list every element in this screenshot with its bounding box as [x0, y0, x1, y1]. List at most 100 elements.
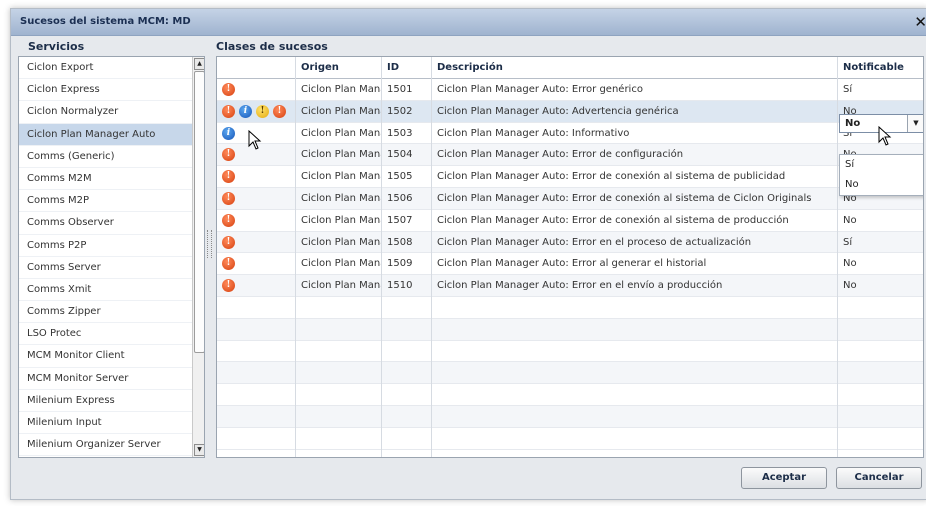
column-header-origin[interactable]: Origen — [295, 57, 381, 79]
service-item[interactable]: Comms M2M — [19, 168, 204, 191]
service-item[interactable]: Milenium Express — [19, 390, 204, 412]
scroll-down-icon[interactable]: ▼ — [194, 444, 204, 456]
column-header-notify[interactable]: Notificable — [837, 57, 923, 79]
cell-id: 1510 — [387, 280, 413, 292]
severity-cell[interactable]: ! — [217, 188, 295, 209]
service-item[interactable]: MCM Monitor Client — [19, 345, 204, 368]
splitter-handle[interactable] — [207, 230, 212, 258]
table-row[interactable]: ! Ciclon Plan Manac 1509 Ciclon Plan Manage… — [217, 253, 923, 276]
service-item[interactable]: Comms Zipper — [19, 301, 204, 324]
table-row[interactable] — [217, 362, 923, 385]
cell-notify[interactable]: No — [837, 275, 923, 296]
cell-origin: Ciclon Plan Manac — [301, 105, 381, 117]
title-bar[interactable]: Sucesos del sistema MCM: MD ✕ — [11, 9, 926, 36]
events-table: Origen ID Descripción Notificable ! Ciclo… — [216, 56, 924, 458]
notify-dropdown-list[interactable]: Sí No — [839, 154, 923, 196]
services-scrollbar[interactable]: ▲ ▼ — [192, 57, 204, 457]
cell-origin: Ciclon Plan Manac — [301, 193, 381, 204]
table-row[interactable] — [217, 384, 923, 406]
service-item[interactable]: Ciclon Normalyzer — [19, 101, 204, 124]
cell-notify[interactable]: Sí — [837, 232, 923, 253]
cell-description: Ciclon Plan Manager Auto: Error de confi… — [437, 149, 684, 161]
service-item[interactable]: Comms Observer — [19, 212, 204, 235]
severity-cell[interactable]: ! — [217, 253, 295, 274]
table-row[interactable]: ! Ciclon Plan Manac 1506 Ciclon Plan Manage… — [217, 188, 923, 210]
cell-id: 1508 — [387, 236, 413, 248]
table-row[interactable]: ! Ciclon Plan Manac 1510 Ciclon Plan Manage… — [217, 275, 923, 297]
cell-notify[interactable]: Sí — [837, 79, 923, 100]
scroll-thumb[interactable] — [194, 71, 204, 353]
service-item[interactable]: Comms P2P — [19, 235, 204, 257]
cell-id: 1507 — [387, 214, 413, 226]
service-item[interactable]: LSO Protec — [19, 323, 204, 346]
cell-origin: Ciclon Plan Manac — [301, 214, 381, 226]
error-icon: ! — [222, 148, 235, 162]
cell-id: 1504 — [387, 149, 413, 161]
severity-cell[interactable]: ! — [217, 210, 295, 231]
severity-cell[interactable]: ! — [217, 166, 295, 187]
info-icon[interactable]: i — [239, 104, 252, 118]
services-list[interactable]: Ciclon Export Ciclon Express Ciclon Normal… — [18, 56, 205, 458]
table-row[interactable] — [217, 406, 923, 428]
service-item[interactable]: Ciclon Express — [19, 79, 204, 102]
service-item[interactable]: Comms (Generic) — [19, 146, 204, 168]
cell-id: 1503 — [387, 127, 413, 139]
info-icon: i — [222, 126, 235, 140]
error-icon: ! — [222, 235, 235, 249]
severity-cell[interactable]: ! — [217, 232, 295, 253]
cell-origin: Ciclon Plan Manac — [301, 258, 381, 270]
table-row[interactable] — [217, 297, 923, 319]
cell-description: Ciclon Plan Manager Auto: Error de conex… — [437, 171, 786, 183]
cell-notify[interactable]: No — [837, 253, 923, 274]
cell-description: Ciclon Plan Manager Auto: Advertencia ge… — [437, 105, 679, 117]
service-item[interactable]: Ciclon Export — [19, 57, 204, 80]
service-item[interactable]: Ciclon Plan Manager Auto — [19, 123, 204, 146]
cell-description: Ciclon Plan Manager Auto: Error de conex… — [437, 214, 789, 226]
service-item[interactable]: Comms Xmit — [19, 279, 204, 302]
service-item[interactable]: Milenium Input — [19, 412, 204, 435]
error-icon: ! — [222, 192, 235, 205]
cell-id: 1505 — [387, 171, 413, 183]
table-row[interactable] — [217, 341, 923, 363]
table-row[interactable]: ! Ciclon Plan Manac 1501 Ciclon Plan Manage… — [217, 79, 923, 101]
error-icon: ! — [222, 170, 235, 184]
cell-notify[interactable]: No — [837, 210, 923, 231]
table-row[interactable]: ! i!! Ciclon Plan Manac 1502 Ciclon Plan Man… — [217, 100, 923, 123]
notify-option-no[interactable]: No — [840, 175, 923, 195]
cell-origin: Ciclon Plan Manac — [301, 280, 381, 292]
accept-button[interactable]: Aceptar — [741, 467, 827, 489]
column-header-icon[interactable] — [217, 57, 295, 79]
cell-origin: Ciclon Plan Manac — [301, 127, 381, 139]
table-row[interactable]: ! Ciclon Plan Manac 1505 Ciclon Plan Manage… — [217, 166, 923, 188]
service-item[interactable]: Comms Server — [19, 257, 204, 279]
table-row[interactable]: ! Ciclon Plan Manac 1504 Ciclon Plan Manage… — [217, 144, 923, 167]
service-item[interactable]: Comms M2P — [19, 190, 204, 213]
cancel-button[interactable]: Cancelar — [836, 467, 922, 489]
cell-description: Ciclon Plan Manager Auto: Error en el en… — [437, 280, 723, 292]
services-label: Servicios — [28, 40, 85, 53]
warning-icon[interactable]: ! — [256, 104, 269, 118]
error-icon[interactable]: ! — [222, 104, 235, 118]
chevron-down-icon[interactable]: ▼ — [907, 115, 923, 132]
notify-option-yes[interactable]: Sí — [840, 155, 923, 175]
severity-cell[interactable]: ! — [217, 275, 295, 296]
cell-description: Ciclon Plan Manager Auto: Informativo — [437, 127, 630, 139]
table-row[interactable] — [217, 428, 923, 450]
table-row[interactable]: ! Ciclon Plan Manac 1508 Ciclon Plan Manage… — [217, 231, 923, 254]
table-row[interactable]: ! Ciclon Plan Manac 1507 Ciclon Plan Manage… — [217, 210, 923, 232]
close-icon[interactable]: ✕ — [914, 13, 926, 31]
severity-cell[interactable]: ! — [217, 79, 295, 100]
scroll-up-icon[interactable]: ▲ — [194, 58, 204, 70]
table-row[interactable]: i Ciclon Plan Manac 1503 Ciclon Plan Manage… — [217, 123, 923, 145]
service-item[interactable]: Milenium Organizer Server — [19, 434, 204, 457]
service-item[interactable]: MCM Monitor Server — [19, 368, 204, 390]
cell-description: Ciclon Plan Manager Auto: Error al gener… — [437, 258, 707, 270]
cell-origin: Ciclon Plan Manac — [301, 171, 381, 183]
cell-origin: Ciclon Plan Manac — [301, 84, 381, 95]
cell-id: 1509 — [387, 258, 413, 270]
error-icon[interactable]: ! — [273, 104, 286, 118]
severity-cell[interactable]: ! i!! — [217, 101, 295, 122]
table-row[interactable] — [217, 318, 923, 341]
column-header-description[interactable]: Descripción — [431, 57, 837, 79]
column-header-id[interactable]: ID — [381, 57, 431, 79]
